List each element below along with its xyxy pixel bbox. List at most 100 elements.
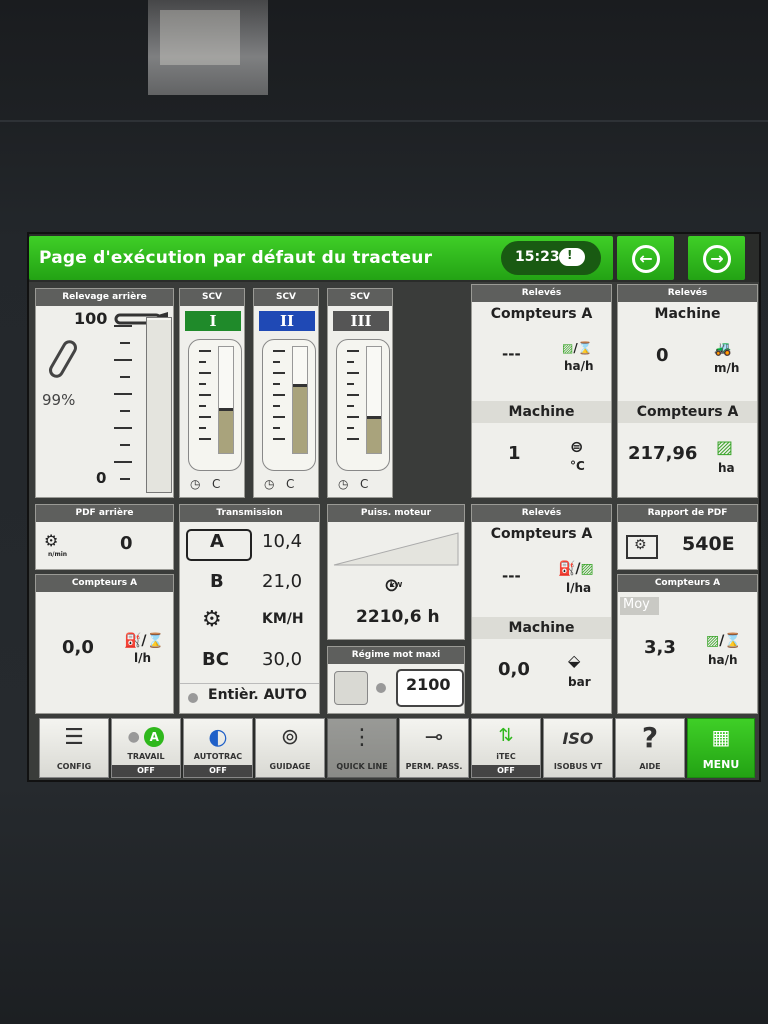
guidance-icon: ⊚	[280, 725, 300, 750]
off-badge: OFF	[184, 765, 252, 777]
unit: ha/h	[708, 653, 738, 667]
unit: m/h	[714, 361, 740, 375]
value: 217,96	[628, 443, 698, 464]
off-badge: OFF	[472, 765, 540, 777]
value: ---	[502, 567, 521, 585]
gauge-tick	[114, 461, 132, 463]
tractor-display: Page d'exécution par défaut du tracteur …	[27, 232, 761, 782]
gauge-tick	[120, 410, 130, 412]
gauge-tick	[347, 405, 354, 407]
relevage-bottom: 0	[96, 469, 107, 487]
checklist-icon: ☰	[64, 725, 84, 750]
gauge-tick	[347, 350, 359, 352]
isobus-vt-button[interactable]: ISO ISOBUS VT	[543, 718, 613, 778]
relevage-top: 100	[74, 309, 108, 328]
dock-label: CONFIG	[56, 762, 92, 771]
gauge-tick	[347, 361, 354, 363]
gauge-tick	[114, 359, 132, 361]
config-button[interactable]: ☰ CONFIG	[39, 718, 109, 778]
regime-panel[interactable]: Régime mot maxi 2100	[327, 646, 465, 714]
compteurs-a-panel-right[interactable]: Compteurs A Moy 3,3 ▨/⌛ ha/h	[617, 574, 758, 714]
bezel-line	[0, 120, 768, 122]
subheading: Compteurs A	[618, 401, 757, 423]
subheading: Machine	[472, 401, 611, 423]
perm-pass-button[interactable]: ⊸ PERM. PASS.	[399, 718, 469, 778]
puissance-panel[interactable]: Puiss. moteur ⊙ kW 2210,6 h	[327, 504, 465, 640]
releves-panel-left[interactable]: Relevés Compteurs A --- ▨/⌛ ha/h Machine…	[471, 284, 612, 498]
gauge-tick	[199, 350, 211, 352]
panel-title: SCV	[180, 289, 244, 306]
work-a-icon: ● A	[112, 727, 180, 747]
relevage-gauge	[146, 317, 172, 493]
gauge-tick	[347, 427, 354, 429]
pass-icon: ⊸	[424, 725, 444, 750]
value: 2100	[406, 675, 451, 694]
subheading: Machine	[618, 303, 757, 325]
unit: °C	[570, 459, 585, 473]
scv-bar	[366, 346, 382, 454]
bottom-dock: ☰ CONFIG ● A TRAVAIL OFF ◐ AUTOTRAC OFF …	[39, 718, 755, 778]
dock-label: AUTOTRAC	[193, 752, 243, 761]
travail-button[interactable]: ● A TRAVAIL OFF	[111, 718, 181, 778]
scv-bar	[292, 346, 308, 454]
clock-badge[interactable]: 15:23	[501, 241, 601, 275]
scv-gauge	[188, 339, 242, 471]
scv-footer: ◷ C	[338, 477, 368, 491]
panel-title: Relevés	[472, 285, 611, 302]
back-button[interactable]: ←	[617, 236, 674, 280]
scv-panel-3[interactable]: SCV III ◷ C	[327, 288, 393, 498]
panel-title: Compteurs A	[36, 575, 173, 592]
quick-line-button[interactable]: ⋮ QUICK LINE	[327, 718, 397, 778]
scv-fill	[293, 384, 307, 453]
forward-button[interactable]: →	[688, 236, 745, 280]
gauge-tick	[199, 394, 211, 396]
gauge-tick	[347, 394, 359, 396]
pdf-arriere-panel[interactable]: PDF arrière ⚙ n/min 0	[35, 504, 174, 570]
rapport-pdf-panel[interactable]: Rapport de PDF ⚙ 540E	[617, 504, 758, 570]
guidage-button[interactable]: ⊚ GUIDAGE	[255, 718, 325, 778]
coolant-temp-icon: ⊜	[570, 437, 584, 456]
dock-label: TRAVAIL	[127, 752, 165, 761]
autotrac-button[interactable]: ◐ AUTOTRAC OFF	[183, 718, 253, 778]
rpm-icon[interactable]	[334, 671, 368, 705]
gauge-tick	[199, 383, 206, 385]
itec-button[interactable]: ⇅ iTEC OFF	[471, 718, 541, 778]
value: 3,3	[644, 637, 676, 658]
transmission-panel[interactable]: Transmission A 10,4 B 21,0 ⚙ KM/H BC 30,…	[179, 504, 320, 714]
timer-icon: ◷	[338, 477, 349, 491]
dock-label: iTEC	[496, 752, 516, 761]
area-icon: ▨	[716, 437, 734, 458]
releves-panel-mid[interactable]: Relevés Compteurs A --- ⛽/▨ l/ha Machine…	[471, 504, 612, 714]
aide-button[interactable]: ? AIDE	[615, 718, 685, 778]
scv-c-label: C	[285, 477, 295, 491]
releves-panel-right[interactable]: Relevés Machine 0 🚜 m/h Compteurs A 217,…	[617, 284, 758, 498]
menu-button[interactable]: ▦ MENU	[687, 718, 755, 778]
scv-panel-1[interactable]: SCV I ◷ C	[179, 288, 245, 498]
gear-speed: 21,0	[262, 571, 303, 592]
arrow-left-icon: ←	[632, 245, 660, 273]
power-gauge	[333, 532, 459, 566]
timer-icon: ◷	[264, 477, 275, 491]
pto-icon: ⚙	[44, 531, 59, 550]
relevage-panel[interactable]: Relevage arrière 100 99% 0	[35, 288, 174, 498]
gauge-tick	[120, 444, 130, 446]
iso-logo-icon: ISO	[562, 729, 594, 748]
clock-time: 15:23	[515, 249, 560, 265]
value: ---	[502, 345, 521, 363]
gear-label: BC	[202, 649, 229, 670]
gauge-tick	[114, 427, 132, 429]
gauge-tick	[199, 438, 211, 440]
page-title: Page d'exécution par défaut du tracteur	[39, 248, 433, 268]
gauge-tick	[273, 427, 280, 429]
gauge-tick	[199, 361, 206, 363]
gear-label: A	[210, 531, 224, 552]
compteurs-a-panel-left[interactable]: Compteurs A 0,0 ⛽/⌛ l/h	[35, 574, 174, 714]
area-rate-icon: ▨/⌛	[706, 633, 742, 649]
quick-line-icon: ⋮	[351, 725, 373, 750]
arrow-right-icon: →	[703, 245, 731, 273]
gauge-tick	[273, 416, 285, 418]
scv-gauge	[336, 339, 390, 471]
status-dot-icon	[188, 693, 198, 703]
scv-panel-2[interactable]: SCV II ◷ C	[253, 288, 319, 498]
header-bar: Page d'exécution par défaut du tracteur …	[29, 234, 759, 282]
